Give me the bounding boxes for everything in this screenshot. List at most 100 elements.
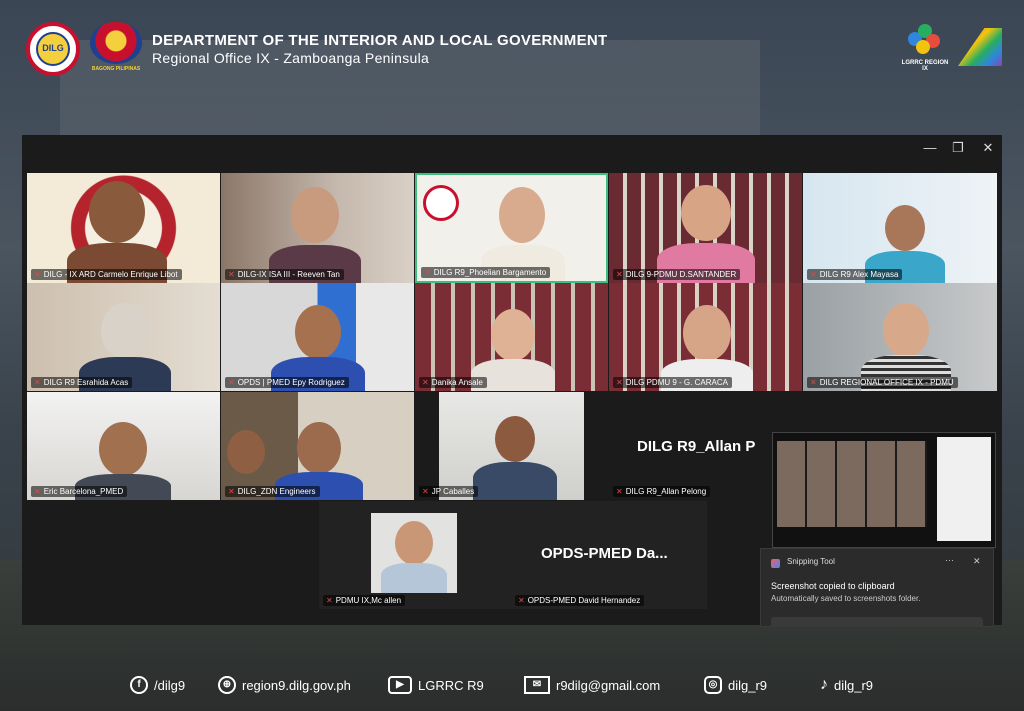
thumbnail-chat-panel	[937, 437, 991, 541]
website-link[interactable]: ⊕ region9.dilg.gov.ph	[218, 676, 351, 694]
video-tile[interactable]: ✕ DILG 9-PDMU D.SANTANDER	[609, 173, 802, 283]
participant-head	[295, 305, 341, 359]
muted-mic-icon: ✕	[424, 268, 431, 277]
participant-name: ✕ DILG_ZDN Engineers	[225, 486, 320, 497]
participant-name: ✕ DILG-IX ISA III - Reeven Tan	[225, 269, 344, 280]
participant-head	[499, 187, 545, 243]
window-thumbnail-preview[interactable]	[772, 432, 996, 548]
email-link[interactable]: ✉ r9dilg@gmail.com	[524, 676, 660, 694]
muted-mic-icon: ✕	[810, 270, 817, 279]
participant-name: ✕ DILG R9_Allan Pelong	[613, 486, 711, 497]
mail-icon: ✉	[524, 676, 550, 694]
participant-name: ✕ DILG REGIONAL OFFICE IX - PDMU	[807, 377, 958, 388]
instagram-icon: ◎	[704, 676, 722, 694]
more-options-button[interactable]: ···	[945, 555, 954, 565]
participant-head	[227, 430, 265, 474]
youtube-link[interactable]: ▶ LGRRC R9	[388, 676, 484, 694]
video-tile[interactable]: ✕ PDMU IX,Mc allen OPDS-PMED Da... ✕ OPDS-…	[319, 501, 707, 609]
participant-head	[885, 205, 925, 251]
participant-display-name: OPDS-PMED Da...	[541, 545, 668, 562]
muted-mic-icon: ✕	[34, 487, 41, 496]
participant-head	[101, 303, 149, 359]
participant-head	[883, 303, 929, 357]
dilg-seal-logo: DILG	[26, 22, 80, 76]
close-button[interactable]: ✕	[978, 140, 998, 156]
header: DILG BAGONG PILIPINAS DEPARTMENT OF THE …	[0, 0, 1024, 90]
facebook-link[interactable]: f /dilg9	[130, 676, 185, 694]
muted-mic-icon: ✕	[34, 270, 41, 279]
muted-mic-icon: ✕	[518, 596, 525, 605]
rainbow-logo	[958, 28, 1002, 66]
participant-name: ✕ DILG R9_Phoelian Bargamento	[421, 267, 551, 278]
globe-icon: ⊕	[218, 676, 236, 694]
bagong-pilipinas-text: BAGONG PILIPINAS	[91, 66, 141, 72]
bagong-pilipinas-logo	[90, 22, 142, 64]
video-tile[interactable]: ✕ JP Caballes	[415, 392, 608, 500]
muted-mic-icon: ✕	[422, 378, 429, 387]
tiktok-icon: ♪	[820, 676, 828, 693]
muted-mic-icon: ✕	[326, 596, 333, 605]
participant-head	[89, 181, 145, 243]
footer-contacts: f /dilg9 ⊕ region9.dilg.gov.ph ▶ LGRRC R…	[0, 670, 1024, 704]
instagram-link[interactable]: ◎ dilg_r9	[704, 676, 767, 694]
participant-name: ✕ DILG PDMU 9 - G. CARACA	[613, 377, 732, 388]
window-titlebar: — ❐ ✕	[22, 135, 1002, 163]
participant-body	[381, 563, 447, 593]
lgrrc-logo	[908, 24, 942, 58]
video-tile[interactable]: ✕ DILG R9 Esrahida Acas	[27, 283, 220, 391]
participant-name: ✕ Danika Ansale	[419, 377, 487, 388]
video-tile[interactable]: ✕ OPDS | PMED Epy Rodriguez	[221, 283, 414, 391]
participant-name: ✕ DILG - IX ARD Carmelo Enrique Libot	[31, 269, 182, 280]
muted-mic-icon: ✕	[34, 378, 41, 387]
participant-head	[683, 305, 731, 361]
participant-head	[395, 521, 433, 565]
participant-name: ✕ OPDS | PMED Epy Rodriguez	[225, 377, 349, 388]
facebook-icon: f	[130, 676, 148, 694]
video-tile[interactable]: ✕ DILG-IX ISA III - Reeven Tan	[221, 173, 414, 283]
participant-body	[473, 462, 557, 500]
participant-head	[495, 416, 535, 462]
participant-name: ✕ DILG R9 Esrahida Acas	[31, 377, 133, 388]
participant-head	[291, 187, 339, 243]
youtube-icon: ▶	[388, 676, 412, 694]
muted-mic-icon: ✕	[228, 270, 235, 279]
muted-mic-icon: ✕	[616, 378, 623, 387]
minimize-button[interactable]: —	[920, 140, 940, 155]
dilg-logo-text: DILG	[42, 43, 64, 53]
thumbnail-video-grid	[777, 441, 927, 527]
notification-action-button[interactable]	[771, 617, 983, 626]
video-tile[interactable]: ✕ Eric Barcelona_PMED	[27, 392, 220, 500]
participant-display-name: DILG R9_Allan P	[637, 438, 756, 455]
muted-mic-icon: ✕	[810, 378, 817, 387]
participant-head	[297, 422, 341, 474]
restore-button[interactable]: ❐	[948, 140, 968, 156]
notification-body: Automatically saved to screenshots folde…	[771, 594, 921, 603]
participant-head	[491, 309, 535, 361]
participant-name: ✕ Eric Barcelona_PMED	[31, 486, 128, 497]
notification-close-button[interactable]: ✕	[973, 556, 981, 567]
dilg-banner-icon	[423, 185, 459, 221]
video-tile[interactable]: ✕ DILG_ZDN Engineers	[221, 392, 414, 500]
participant-name: ✕ DILG R9 Alex Mayasa	[807, 269, 903, 280]
video-tile[interactable]: ✕ DILG - IX ARD Carmelo Enrique Libot	[27, 173, 220, 283]
muted-mic-icon: ✕	[616, 270, 623, 279]
muted-mic-icon: ✕	[228, 487, 235, 496]
lgrrc-logo-text: LGRRC REGION IX	[901, 60, 949, 72]
participant-head	[99, 422, 147, 476]
notification-app-name: Snipping Tool	[787, 557, 835, 566]
participant-name: ✕ JP Caballes	[419, 486, 479, 497]
participant-name: ✕ OPDS-PMED David Hernandez	[515, 595, 645, 606]
participant-name: ✕ DILG 9-PDMU D.SANTANDER	[613, 269, 741, 280]
participant-name: ✕ PDMU IX,Mc allen	[323, 595, 406, 606]
video-tile[interactable]: ✕ DILG PDMU 9 - G. CARACA	[609, 283, 802, 391]
muted-mic-icon: ✕	[228, 378, 235, 387]
muted-mic-icon: ✕	[422, 487, 429, 496]
video-tile[interactable]: ✕ DILG R9 Alex Mayasa	[803, 173, 997, 283]
video-tile[interactable]: ✕ Danika Ansale	[415, 283, 608, 391]
snipping-tool-notification[interactable]: Snipping Tool ··· ✕ Screenshot copied to…	[760, 548, 994, 627]
participant-head	[681, 185, 731, 241]
tiktok-link[interactable]: ♪ dilg_r9	[820, 676, 873, 694]
video-tile[interactable]: ✕ DILG REGIONAL OFFICE IX - PDMU	[803, 283, 997, 391]
video-tile-active[interactable]: ✕ DILG R9_Phoelian Bargamento	[415, 173, 608, 283]
page-title: DEPARTMENT OF THE INTERIOR AND LOCAL GOV…	[152, 32, 608, 49]
